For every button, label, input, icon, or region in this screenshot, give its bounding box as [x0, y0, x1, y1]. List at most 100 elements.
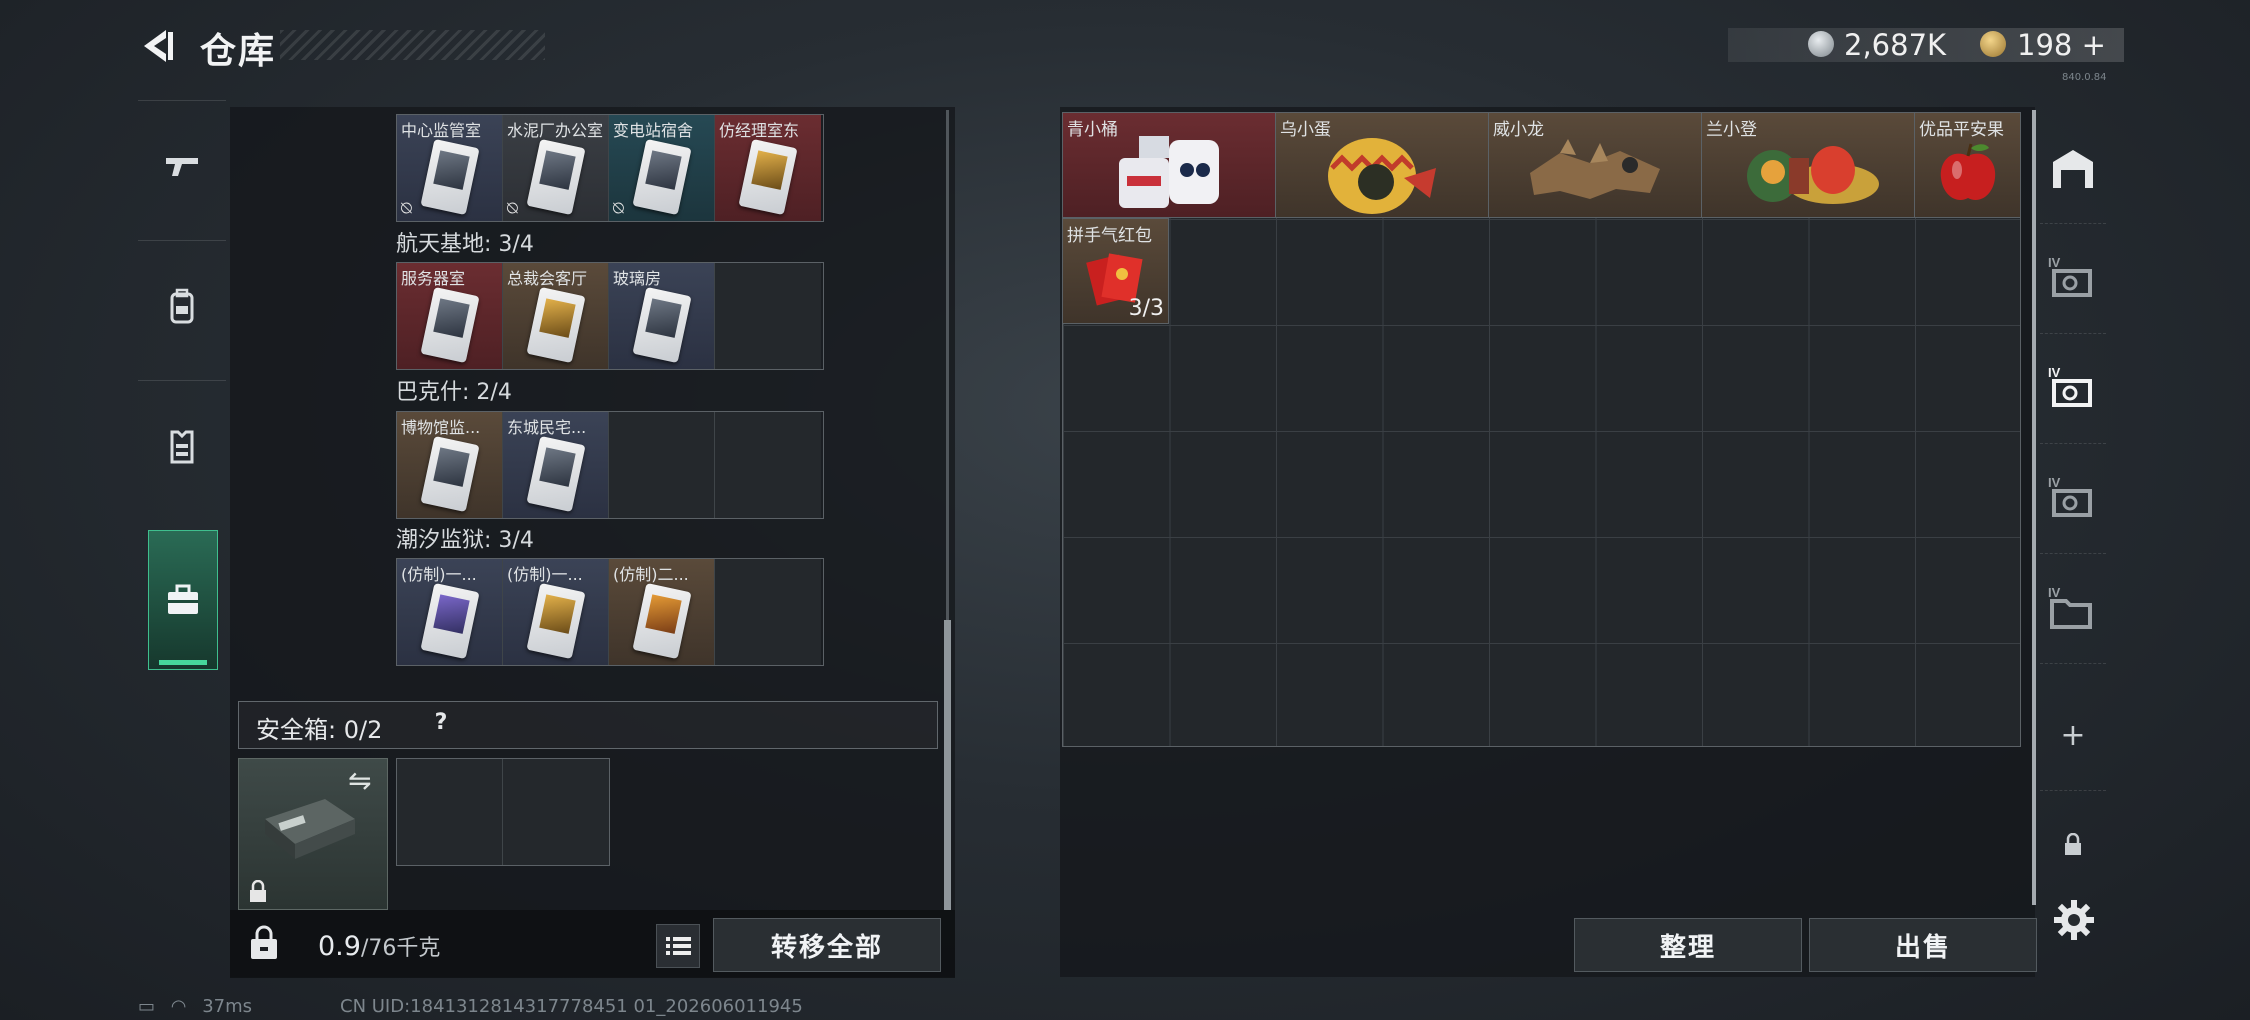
case-tab-icon: IV [2048, 365, 2092, 407]
gun-icon [166, 158, 198, 176]
sort-button[interactable]: 整理 [1574, 918, 1802, 972]
nav-armor[interactable] [138, 380, 226, 511]
keycard-icon [526, 582, 586, 660]
keycard-icon [632, 582, 692, 660]
battery-icon: ▭ [138, 996, 156, 1017]
stash-item[interactable]: 威小龙 [1488, 112, 1702, 218]
empty-slot[interactable] [715, 559, 821, 665]
safe-box-label: 安全箱: 0/2 [256, 716, 383, 744]
keycard-row-aerospace: 服务器室 总裁会客厅 玻璃房 [396, 262, 824, 370]
keycard-slot[interactable]: (仿制)二... [609, 559, 715, 665]
stash-tab-4[interactable]: IV [2040, 553, 2106, 664]
keycard-icon [526, 138, 586, 216]
keycard-slot[interactable]: (仿制)一... [503, 559, 609, 665]
dragon-figure-icon [1530, 139, 1660, 200]
keycard-slot[interactable]: 变电站宿舍 ⍉ [609, 115, 715, 221]
keycard-slot[interactable]: 总裁会客厅 [503, 263, 609, 369]
add-currency-button[interactable]: + [2082, 28, 2106, 62]
left-category-nav [138, 100, 226, 680]
svg-text:IV: IV [2048, 255, 2061, 270]
empty-slot[interactable] [609, 412, 715, 518]
empty-slot[interactable] [715, 263, 821, 369]
keycard-name: (仿制)一... [401, 565, 477, 584]
back-arrow-icon[interactable] [138, 26, 178, 66]
empty-slot[interactable] [397, 759, 503, 865]
keycard-name: 玻璃房 [613, 269, 662, 288]
unavailable-icon: ⍉ [507, 198, 518, 219]
list-icon [666, 937, 691, 955]
keycard-slot[interactable]: (仿制)一... [397, 559, 503, 665]
stash-item[interactable]: 青小桶 [1062, 112, 1276, 218]
group-label-bakhsh: 巴克什: 2/4 [396, 380, 512, 405]
nav-backpack[interactable] [138, 240, 226, 371]
nav-weapons[interactable] [138, 100, 226, 231]
item-name: 优品平安果 [1919, 120, 2004, 140]
stash-item[interactable]: 拼手气红包 3/3 [1062, 218, 1169, 324]
stash-tab-3[interactable]: IV [2040, 443, 2106, 554]
vest-icon [170, 430, 194, 464]
empty-slot[interactable] [715, 412, 821, 518]
keycard-icon [420, 286, 480, 364]
stash-item[interactable]: 优品平安果 [1914, 112, 2021, 218]
uid-label: CN UID:1841312814317778451 01_2026060119… [340, 996, 803, 1017]
keycard-name: 水泥厂办公室 [507, 121, 604, 140]
keycard-slot[interactable]: 玻璃房 [609, 263, 715, 369]
gold-amount[interactable]: 198 + [2017, 28, 2106, 62]
currency-bar: 2,687K 198 + [1728, 28, 2124, 62]
item-count: 3/3 [1128, 296, 1164, 321]
stash-tab-2-active[interactable]: IV [2040, 333, 2106, 444]
keycard-icon [526, 286, 586, 364]
status-bar: ▭ ◠ 37ms [138, 996, 252, 1017]
keycard-slot[interactable]: 东城民宅... [503, 412, 609, 518]
keycard-icon [526, 435, 586, 513]
stash-main-tab[interactable] [2040, 113, 2106, 224]
stash-item[interactable]: 兰小登 [1701, 112, 1915, 218]
keycard-icon [420, 435, 480, 513]
keycard-slot[interactable]: 水泥厂办公室 ⍉ [503, 115, 609, 221]
svg-text:IV: IV [2048, 475, 2061, 490]
keycard-name: 服务器室 [401, 269, 466, 288]
right-nav-divider [2032, 110, 2036, 905]
group-label-aerospace: 航天基地: 3/4 [396, 232, 534, 257]
swap-icon[interactable]: ⇋ [348, 764, 371, 797]
locked-tab[interactable] [2040, 790, 2106, 900]
warehouse-icon [2053, 150, 2093, 188]
item-name: 拼手气红包 [1067, 226, 1152, 246]
ping-value: 37ms [202, 996, 253, 1017]
keycard-icon [738, 138, 798, 216]
apple-icon [1940, 143, 1995, 201]
keycard-row-0: 中心监管室 ⍉ 水泥厂办公室 ⍉ 变电站宿舍 ⍉ 仿经理室东 [396, 114, 824, 222]
stash-item[interactable]: 乌小蛋 [1275, 112, 1489, 218]
case-tab-icon: IV [2048, 255, 2092, 297]
weight-current: 0.9 [318, 931, 361, 962]
weight-max: /76千克 [360, 936, 441, 961]
keycard-slot[interactable]: 仿经理室东 [715, 115, 821, 221]
egg-figure-icon [1328, 138, 1436, 215]
scrollbar-thumb[interactable] [944, 620, 951, 910]
keycard-icon [632, 286, 692, 364]
help-button[interactable]: ? [424, 706, 458, 740]
add-stash-tab[interactable]: + [2040, 680, 2106, 791]
transfer-all-button[interactable]: 转移全部 [713, 918, 941, 972]
wifi-icon: ◠ [170, 996, 187, 1017]
keycard-icon [420, 138, 480, 216]
empty-slot[interactable] [503, 759, 609, 865]
keycard-name: (仿制)一... [507, 565, 583, 584]
keycard-row-bakhsh: 博物馆监... 东城民宅... [396, 411, 824, 519]
keycard-slot[interactable]: 博物馆监... [397, 412, 503, 518]
settings-gear-icon[interactable] [2052, 898, 2096, 942]
sell-button[interactable]: 出售 [1809, 918, 2037, 972]
title-stripe [280, 30, 545, 60]
silver-coin-icon [1808, 31, 1834, 57]
lock-icon [250, 880, 266, 902]
list-view-button[interactable] [656, 924, 700, 968]
keycard-name: 中心监管室 [401, 121, 482, 140]
safe-box-slots [396, 758, 610, 866]
keycard-name: 博物馆监... [401, 418, 481, 437]
stash-tab-1[interactable]: IV [2040, 223, 2106, 334]
nav-keycard-case[interactable] [148, 530, 218, 670]
keycard-slot[interactable]: 中心监管室 ⍉ [397, 115, 503, 221]
carry-weight: 0.9/76千克 [318, 930, 440, 962]
keycard-slot[interactable]: 服务器室 [397, 263, 503, 369]
keycard-icon [420, 582, 480, 660]
